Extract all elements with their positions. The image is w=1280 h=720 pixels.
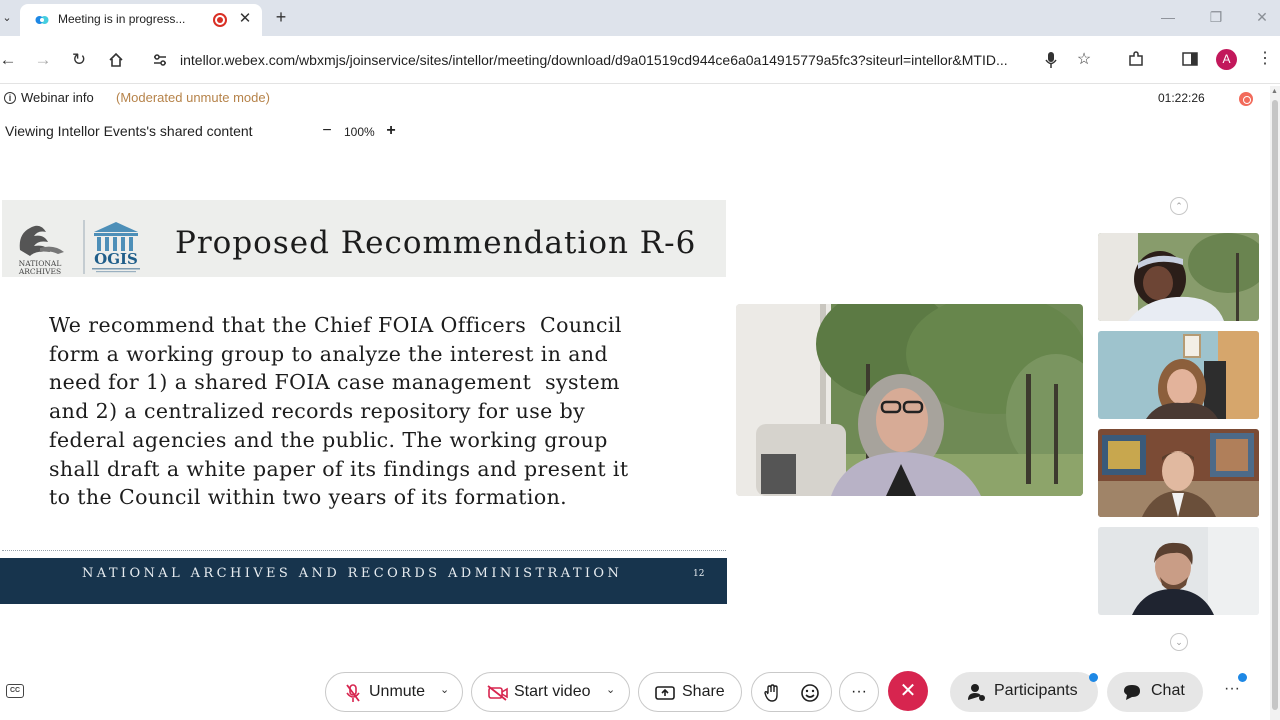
- leave-meeting-button[interactable]: ✕: [888, 671, 928, 711]
- recording-indicator-icon[interactable]: [1239, 92, 1253, 106]
- captions-icon[interactable]: CC: [6, 684, 24, 698]
- chevron-down-icon[interactable]: ⌄: [606, 683, 615, 696]
- start-video-button[interactable]: Start video ⌄: [471, 672, 630, 712]
- close-window-icon[interactable]: ✕: [1252, 8, 1272, 26]
- national-archives-logo: NATIONAL ARCHIVES: [18, 225, 64, 276]
- microphone-muted-icon: [342, 682, 364, 704]
- info-icon[interactable]: i: [4, 92, 16, 104]
- participants-notification-badge: [1089, 673, 1098, 682]
- shared-content-bar: Viewing Intellor Events's shared content…: [0, 120, 420, 144]
- webinar-info-link[interactable]: Webinar info: [21, 90, 94, 105]
- reload-icon[interactable]: ↻: [67, 48, 91, 72]
- participant-video-4[interactable]: [1098, 527, 1259, 615]
- forward-icon[interactable]: →: [31, 48, 55, 72]
- participants-icon: [965, 681, 987, 703]
- thumbnails-down-icon[interactable]: ⌄: [1170, 633, 1188, 651]
- slide-body-line: federal agencies and the public. The wor…: [49, 427, 608, 452]
- slide-divider: [2, 550, 726, 551]
- slide-footer-text: NATIONAL ARCHIVES AND RECORDS ADMINISTRA…: [82, 566, 623, 581]
- raise-hand-icon[interactable]: [761, 682, 783, 704]
- bookmark-star-icon[interactable]: ☆: [1074, 50, 1094, 70]
- shared-content-label: Viewing Intellor Events's shared content: [5, 123, 253, 139]
- microphone-icon[interactable]: [1041, 50, 1061, 70]
- menu-icon[interactable]: ⋮: [1254, 48, 1276, 70]
- chevron-down-icon[interactable]: ⌄: [440, 683, 449, 696]
- more-panels-icon[interactable]: ···: [1222, 680, 1242, 702]
- tab-list-icon[interactable]: ⌄: [0, 8, 14, 28]
- slide-body-line: shall draft a white paper of its finding…: [49, 456, 629, 481]
- participant-video-3[interactable]: [1098, 429, 1259, 517]
- slide-page-number: 12: [693, 569, 705, 579]
- slide-body: We recommend that the Chief FOIA Officer…: [49, 311, 719, 512]
- slide-body-line: We recommend that the Chief FOIA Officer…: [49, 313, 622, 337]
- new-tab-icon[interactable]: +: [270, 6, 292, 28]
- more-panels-notification-badge: [1238, 673, 1247, 682]
- back-icon[interactable]: ←: [0, 48, 20, 72]
- site-settings-icon[interactable]: [152, 52, 168, 68]
- recording-icon: [213, 13, 227, 27]
- home-icon[interactable]: [104, 48, 128, 72]
- share-screen-icon: [654, 682, 676, 704]
- slide-body-line: need for 1) a shared FOIA case managemen…: [49, 370, 620, 395]
- url-text: intellor.webex.com/wbxmjs/joinservice/si…: [180, 52, 1008, 68]
- slide-body-line: to the Council within two years of its f…: [49, 485, 568, 510]
- slide-footer: NATIONAL ARCHIVES AND RECORDS ADMINISTRA…: [0, 558, 727, 604]
- participant-video-1[interactable]: [1098, 233, 1259, 321]
- emoji-reaction-icon[interactable]: [799, 682, 821, 704]
- meeting-timer: 01:22:26: [1158, 91, 1205, 105]
- tab-title: Meeting is in progress...: [58, 12, 186, 26]
- scroll-up-icon[interactable]: ▲: [1271, 88, 1278, 95]
- thumbnails-up-icon[interactable]: ⌃: [1170, 197, 1188, 215]
- slide-title: Proposed Recommendation R-6: [175, 225, 697, 261]
- participants-label: Participants: [994, 682, 1078, 699]
- webex-logo-icon: [35, 16, 49, 24]
- svg-text:OGIS: OGIS: [94, 250, 138, 268]
- extensions-icon[interactable]: [1125, 48, 1147, 70]
- participants-button[interactable]: Participants: [950, 672, 1098, 712]
- unmute-label: Unmute: [369, 683, 426, 700]
- shared-slide: NATIONAL ARCHIVES OGIS Proposed Recommen…: [0, 197, 728, 607]
- page-scrollbar[interactable]: ▲: [1270, 86, 1280, 720]
- chat-label: Chat: [1151, 682, 1185, 699]
- minimize-icon[interactable]: —: [1158, 8, 1178, 26]
- moderated-mode-label: (Moderated unmute mode): [116, 90, 270, 105]
- participant-video-2[interactable]: [1098, 331, 1259, 419]
- address-bar[interactable]: intellor.webex.com/wbxmjs/joinservice/si…: [146, 44, 1102, 76]
- chat-button[interactable]: Chat: [1107, 672, 1203, 712]
- chat-bubble-icon: [1121, 681, 1143, 703]
- zoom-in-button[interactable]: +: [382, 121, 400, 141]
- slide-body-line: and 2) a centralized records repository …: [49, 399, 586, 424]
- unmute-button[interactable]: Unmute ⌄: [325, 672, 463, 712]
- slide-body-line: form a working group to analyze the inte…: [49, 341, 609, 366]
- share-label: Share: [682, 683, 725, 700]
- video-off-icon: [487, 682, 509, 704]
- browser-toolbar: ← → ↻ intellor.webex.com/wbxmjs/joinserv…: [0, 36, 1280, 84]
- zoom-level: 100%: [344, 125, 375, 139]
- scroll-thumb[interactable]: [1272, 100, 1278, 710]
- close-tab-icon[interactable]: ✕: [236, 9, 254, 29]
- meeting-info-bar: i Webinar info (Moderated unmute mode) 0…: [0, 86, 1270, 110]
- active-speaker-video[interactable]: [736, 304, 1083, 496]
- side-panel-icon[interactable]: [1179, 48, 1201, 70]
- zoom-out-button[interactable]: −: [318, 121, 336, 141]
- reactions-group: [751, 672, 832, 712]
- restore-icon[interactable]: ❐: [1206, 8, 1226, 26]
- svg-text:ARCHIVES: ARCHIVES: [18, 267, 61, 276]
- share-button[interactable]: Share: [638, 672, 742, 712]
- browser-tab-bar: ⌄ Meeting is in progress... ✕ + — ❐ ✕: [0, 0, 1280, 36]
- browser-tab[interactable]: Meeting is in progress... ✕: [20, 4, 262, 36]
- profile-avatar[interactable]: A: [1216, 49, 1237, 70]
- ogis-logo: OGIS: [83, 220, 140, 274]
- slide-header: NATIONAL ARCHIVES OGIS Proposed Recommen…: [2, 200, 726, 277]
- start-video-label: Start video: [514, 683, 591, 700]
- more-options-button[interactable]: ···: [839, 672, 879, 712]
